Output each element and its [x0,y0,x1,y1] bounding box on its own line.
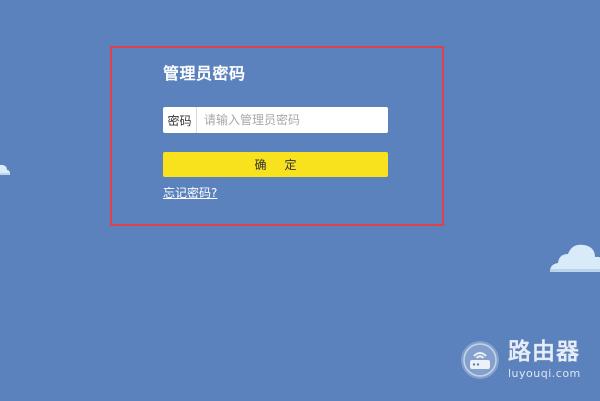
watermark: 路由器 luyouqi.com [460,340,581,380]
router-logo-icon [461,341,499,379]
forgot-password-link[interactable]: 忘记密码? [163,184,217,201]
cloud-icon [550,244,600,272]
login-title: 管理员密码 [163,64,246,83]
password-input[interactable] [197,107,388,133]
cloud-icon [0,164,10,175]
password-label: 密码 [163,107,197,133]
watermark-title: 路由器 [508,339,580,365]
highlight-box [110,46,444,226]
confirm-button[interactable]: 确定 [163,152,388,177]
watermark-url: luyouqi.com [508,367,581,380]
password-field[interactable]: 密码 [163,107,388,133]
